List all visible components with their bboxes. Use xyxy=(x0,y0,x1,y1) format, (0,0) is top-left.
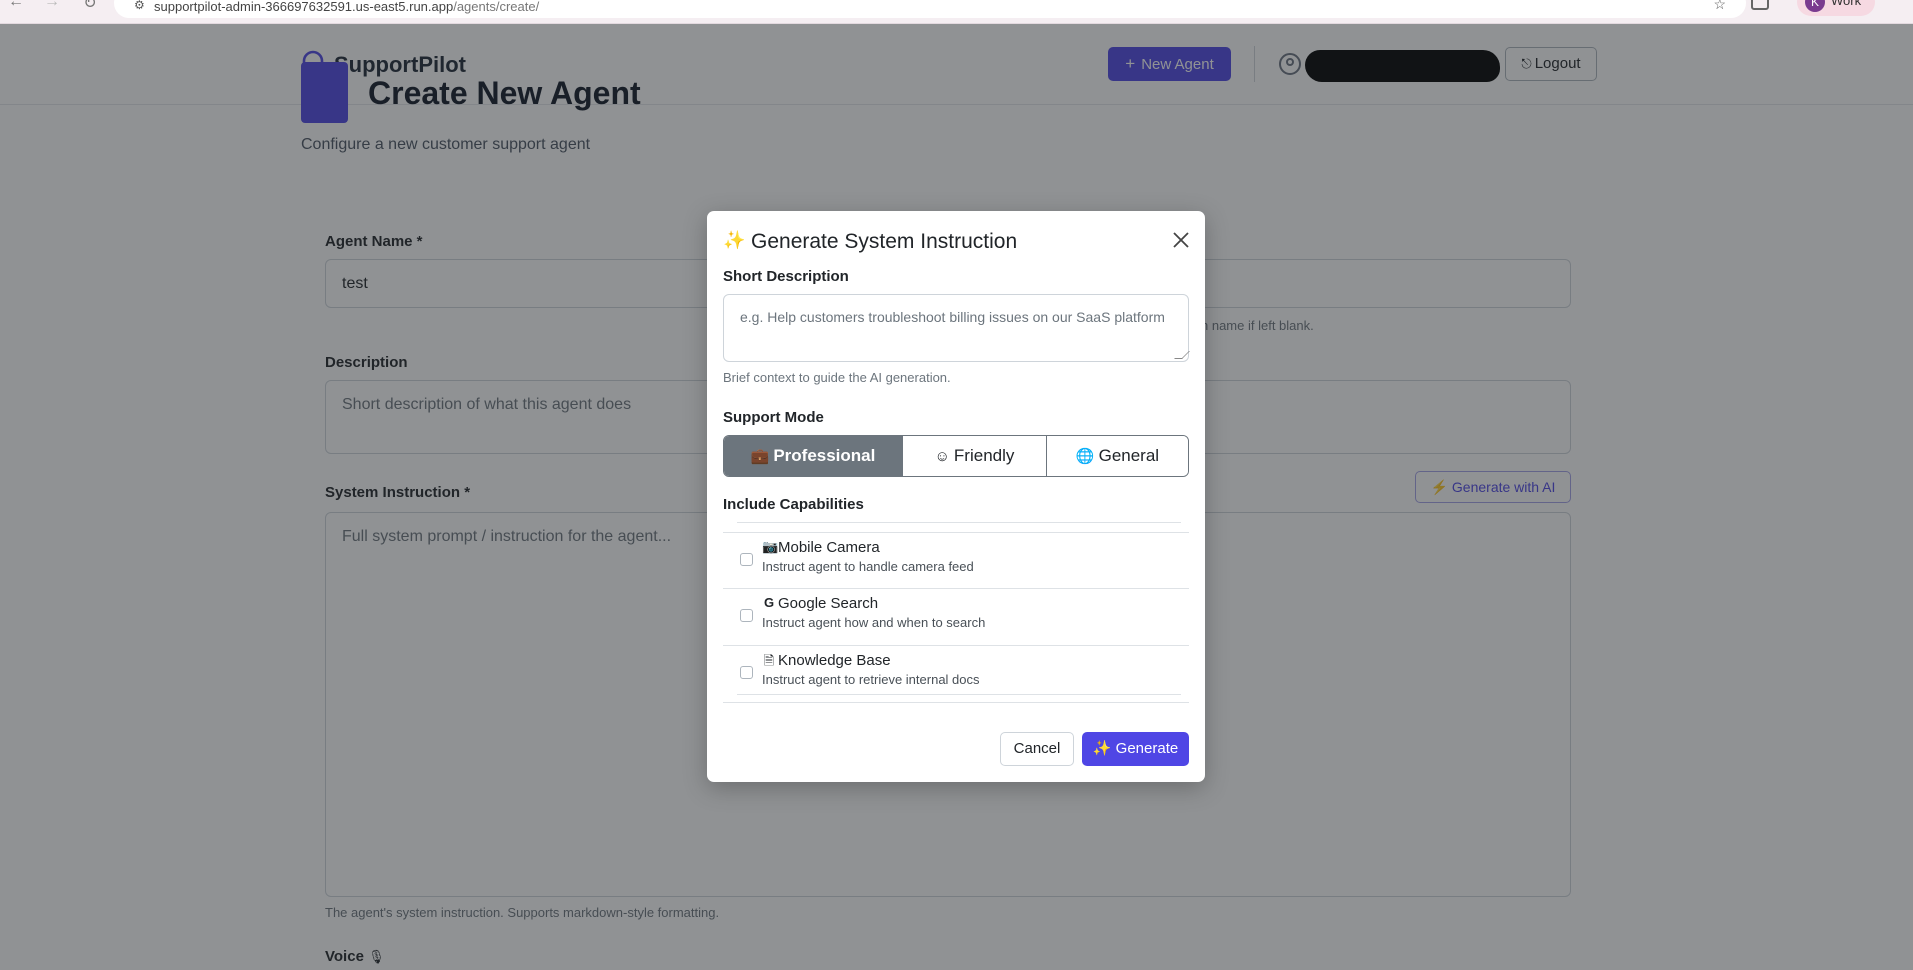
browser-toolbar: ← → ↻ ⚙ supportpilot-admin-366697632591.… xyxy=(0,0,1913,24)
globe-icon: 🌐 xyxy=(1075,448,1095,465)
google-icon: G xyxy=(763,595,775,610)
short-description-placeholder: e.g. Help customers troubleshoot billing… xyxy=(740,309,1165,325)
profile-label: Work xyxy=(1831,0,1862,8)
forward-icon[interactable]: → xyxy=(42,0,62,11)
reload-icon[interactable]: ↻ xyxy=(80,0,100,13)
url-host: supportpilot-admin-366697632591.us-east5… xyxy=(154,0,454,14)
capability-description: Instruct agent to retrieve internal docs xyxy=(762,672,980,687)
capabilities-scroll-top xyxy=(737,522,1181,523)
mode-professional-button[interactable]: 💼 Professional xyxy=(724,436,903,476)
close-icon[interactable] xyxy=(1169,228,1193,252)
site-info-icon[interactable]: ⚙ xyxy=(134,0,145,12)
generate-instruction-modal: ✨ Generate System Instruction Short Desc… xyxy=(707,211,1205,782)
mode-friendly-label: Friendly xyxy=(953,446,1015,465)
capabilities-scroll-bottom xyxy=(737,694,1181,695)
extensions-icon[interactable] xyxy=(1751,0,1769,10)
cancel-button[interactable]: Cancel xyxy=(1000,732,1074,766)
url-path: /agents/create/ xyxy=(453,0,540,14)
capability-checkbox[interactable] xyxy=(740,609,753,622)
capability-mobile-camera[interactable]: 📷 Mobile Camera Instruct agent to handle… xyxy=(723,532,1189,589)
back-icon[interactable]: ← xyxy=(6,0,26,11)
profile-avatar: K xyxy=(1805,0,1825,12)
resize-handle[interactable] xyxy=(1174,351,1190,359)
mode-friendly-button[interactable]: ☺ Friendly xyxy=(903,436,1047,476)
mode-general-button[interactable]: 🌐 General xyxy=(1047,436,1188,476)
bookmark-star-icon[interactable]: ☆ xyxy=(1713,0,1726,13)
briefcase-icon: 💼 xyxy=(750,448,770,465)
document-icon: 🗎 xyxy=(763,653,775,668)
magic-wand-icon: ✨ xyxy=(723,230,746,250)
browser-profile-button[interactable]: K Work xyxy=(1797,0,1875,16)
modal-title: Generate System Instruction xyxy=(751,230,1018,253)
support-mode-toggle: 💼 Professional ☺ Friendly 🌐 General xyxy=(723,435,1189,477)
generate-button[interactable]: ✨ Generate xyxy=(1082,732,1189,766)
short-description-label: Short Description xyxy=(723,268,849,285)
generate-label: Generate xyxy=(1115,740,1179,757)
capability-title: Mobile Camera xyxy=(778,539,880,556)
capabilities-label: Include Capabilities xyxy=(723,496,864,513)
capability-google-search[interactable]: G Google Search Instruct agent how and w… xyxy=(723,589,1189,646)
support-mode-label: Support Mode xyxy=(723,409,824,426)
capability-checkbox[interactable] xyxy=(740,553,753,566)
short-description-help: Brief context to guide the AI generation… xyxy=(723,370,951,385)
address-bar[interactable]: ⚙ supportpilot-admin-366697632591.us-eas… xyxy=(114,0,1746,18)
mode-professional-label: Professional xyxy=(773,446,876,465)
capability-description: Instruct agent to handle camera feed xyxy=(762,559,974,574)
mode-general-label: General xyxy=(1098,446,1160,465)
capabilities-list[interactable]: 📷 Mobile Camera Instruct agent to handle… xyxy=(723,532,1189,703)
short-description-textarea[interactable]: e.g. Help customers troubleshoot billing… xyxy=(723,294,1190,362)
capability-title: Google Search xyxy=(778,595,879,612)
url-text: supportpilot-admin-366697632591.us-east5… xyxy=(154,0,539,14)
capability-description: Instruct agent how and when to search xyxy=(762,615,986,630)
magic-wand-icon: ✨ xyxy=(1092,740,1112,757)
capability-checkbox[interactable] xyxy=(740,666,753,679)
capability-title: Knowledge Base xyxy=(778,652,891,669)
smile-icon: ☺ xyxy=(934,448,950,465)
camera-icon: 📷 xyxy=(762,539,779,554)
